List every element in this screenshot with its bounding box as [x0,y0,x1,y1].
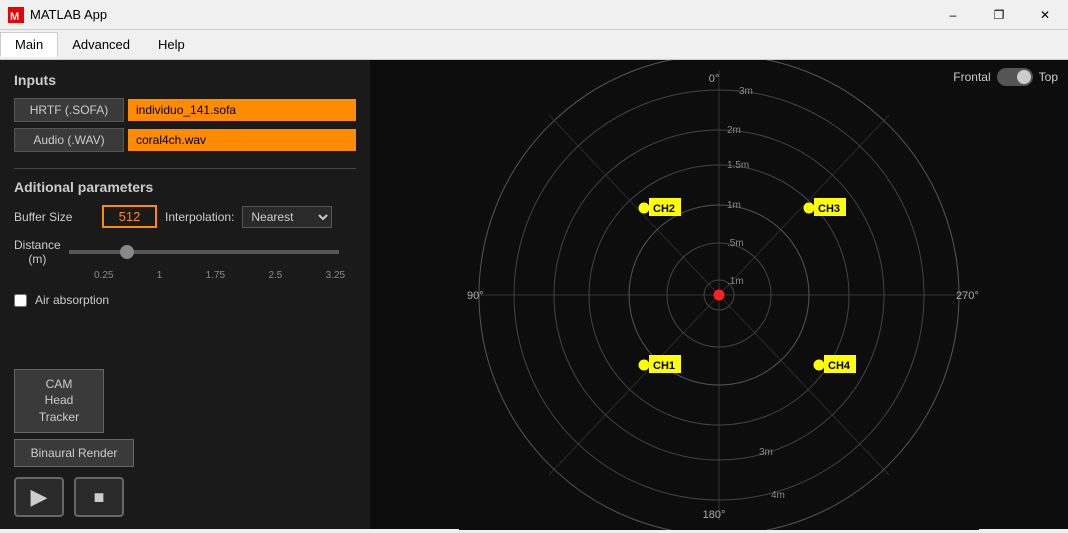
polar-svg: 0° 270° 180° 90° .1m .5m 1m 1.5m 2m 3m 4… [459,60,979,530]
window-controls: – ❐ ✕ [930,0,1068,30]
polar-plot: 0° 270° 180° 90° .1m .5m 1m 1.5m 2m 3m 4… [459,60,979,530]
menu-main[interactable]: Main [0,32,58,57]
toggle-knob [1017,70,1031,84]
tick-2: 1 [157,270,163,281]
svg-text:180°: 180° [703,509,726,521]
tick-4: 2.5 [268,270,282,281]
audio-button[interactable]: Audio (.WAV) [14,128,124,152]
tick-3: 1.75 [206,270,225,281]
svg-text:1.5m: 1.5m [727,160,749,171]
air-absorption-row: Air absorption [14,293,356,307]
app-body: Inputs HRTF (.SOFA) Audio (.WAV) Adition… [0,60,1068,529]
play-button[interactable]: ▶ [14,477,64,517]
binaural-render-button[interactable]: Binaural Render [14,439,134,467]
title-bar: M MATLAB App – ❐ ✕ [0,0,1068,30]
menu-help[interactable]: Help [144,33,199,56]
divider [14,168,356,169]
restore-button[interactable]: ❐ [976,0,1022,30]
stop-icon: ■ [94,487,105,508]
hrtf-input[interactable] [128,99,356,121]
left-panel: Inputs HRTF (.SOFA) Audio (.WAV) Adition… [0,60,370,529]
tick-1: 0.25 [94,270,113,281]
interpolation-label: Interpolation: [165,210,234,224]
frontal-label: Frontal [953,70,990,84]
svg-text:CH3: CH3 [818,203,840,215]
stop-button[interactable]: ■ [74,477,124,517]
menu-bar: Main Advanced Help [0,30,1068,60]
menu-advanced[interactable]: Advanced [58,33,144,56]
matlab-icon: M [8,7,24,23]
buffer-label: Buffer Size [14,210,94,224]
svg-text:CH4: CH4 [828,360,851,372]
hrtf-button[interactable]: HRTF (.SOFA) [14,98,124,122]
air-absorption-label: Air absorption [35,293,109,307]
right-panel: Frontal Top [370,60,1068,529]
bottom-buttons: CAMHead Tracker Binaural Render ▶ ■ [14,369,356,517]
air-absorption-checkbox[interactable] [14,294,27,307]
svg-text:.5m: .5m [727,238,744,249]
svg-text:M: M [10,11,19,23]
view-toggle[interactable] [997,68,1033,86]
svg-text:.1m: .1m [727,276,744,287]
svg-text:CH1: CH1 [653,360,675,372]
distance-section: Distance(m) 0.25 1 1.75 2.5 3.25 4 [14,238,356,281]
svg-text:CH2: CH2 [653,203,675,215]
buffer-input[interactable] [102,205,157,228]
audio-row: Audio (.WAV) [14,128,356,152]
svg-text:270°: 270° [956,290,979,302]
svg-text:0°: 0° [709,73,720,85]
audio-input[interactable] [128,129,356,151]
svg-text:3m: 3m [759,447,773,458]
distance-label: Distance(m) [14,238,61,266]
transport-row: ▶ ■ [14,477,356,517]
hrtf-row: HRTF (.SOFA) [14,98,356,122]
top-label: Top [1039,70,1058,84]
svg-text:1m: 1m [727,200,741,211]
params-row: Buffer Size Interpolation: Nearest Linea… [14,205,356,228]
interpolation-select[interactable]: Nearest Linear Bilinear [242,206,332,228]
close-button[interactable]: ✕ [1022,0,1068,30]
svg-text:90°: 90° [467,290,484,302]
svg-text:3m: 3m [739,86,753,97]
slider-ticks: 0.25 1 1.75 2.5 3.25 4 [94,270,394,281]
inputs-title: Inputs [14,72,356,88]
minimize-button[interactable]: – [930,0,976,30]
cam-headtracker-button[interactable]: CAMHead Tracker [14,369,104,433]
distance-label-row: Distance(m) [14,238,356,266]
play-icon: ▶ [31,484,48,510]
params-title: Aditional parameters [14,179,356,195]
top-controls: Frontal Top [953,68,1058,86]
distance-slider[interactable] [69,250,339,254]
window-title: MATLAB App [30,7,107,22]
svg-text:2m: 2m [727,125,741,136]
svg-text:4m: 4m [771,490,785,501]
tick-5: 3.25 [326,270,345,281]
